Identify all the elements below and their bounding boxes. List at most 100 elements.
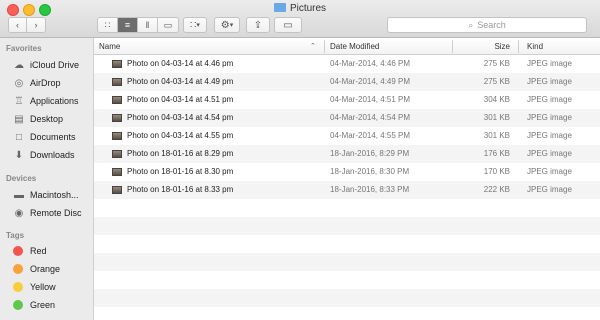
- sidebar-item-remote-disc[interactable]: ◉ Remote Disc: [13, 205, 82, 221]
- table-row[interactable]: Photo on 04-03-14 at 4.54 pm 04-Mar-2014,…: [94, 109, 600, 127]
- jpeg-thumbnail-icon: [112, 60, 122, 68]
- sidebar-heading-devices: Devices: [6, 174, 37, 183]
- view-mode-selector: ∷ ≡ ‖ ▭: [97, 17, 179, 33]
- sidebar-item-macintosh[interactable]: ▬ Macintosh...: [13, 187, 79, 203]
- tag-yellow-dot: [13, 282, 23, 292]
- back-button[interactable]: ‹: [9, 18, 28, 32]
- columns-icon: ‖: [145, 20, 150, 30]
- table-row[interactable]: Photo on 04-03-14 at 4.55 pm 04-Mar-2014,…: [94, 127, 600, 145]
- sidebar-item-desktop[interactable]: ▤ Desktop: [13, 111, 63, 127]
- action-button[interactable]: ⚙ ▾: [214, 17, 240, 33]
- jpeg-thumbnail-icon: [112, 168, 122, 176]
- column-header-size[interactable]: Size: [458, 38, 510, 55]
- sidebar-item-label: iCloud Drive: [30, 60, 80, 70]
- table-row[interactable]: Photo on 18-01-16 at 8.29 pm 18-Jan-2016,…: [94, 145, 600, 163]
- file-size: 301 KB: [483, 113, 510, 122]
- empty-row: [94, 235, 600, 253]
- cloud-icon: ☁: [14, 59, 24, 71]
- table-row[interactable]: Photo on 18-01-16 at 8.30 pm 18-Jan-2016,…: [94, 163, 600, 181]
- file-date: 18-Jan-2016, 8:29 PM: [330, 149, 410, 158]
- empty-row: [94, 289, 600, 307]
- file-date: 04-Mar-2014, 4:46 PM: [330, 59, 411, 68]
- file-name: Photo on 04-03-14 at 4.55 pm: [127, 131, 234, 140]
- column-header-name[interactable]: Name: [99, 38, 120, 55]
- jpeg-thumbnail-icon: [112, 150, 122, 158]
- list-view-button[interactable]: ≡: [118, 18, 138, 32]
- sidebar-item-downloads[interactable]: ⬇ Downloads: [13, 147, 75, 163]
- tags-button[interactable]: ▭: [274, 17, 302, 33]
- file-date: 18-Jan-2016, 8:30 PM: [330, 167, 410, 176]
- file-date: 04-Mar-2014, 4:55 PM: [330, 131, 411, 140]
- sidebar-item-label: Downloads: [30, 150, 75, 160]
- sidebar-item-label: Orange: [30, 264, 61, 274]
- column-view-button[interactable]: ‖: [138, 18, 158, 32]
- tag-icon: ▭: [283, 19, 293, 31]
- file-kind: JPEG image: [527, 113, 572, 122]
- sidebar-item-documents[interactable]: □ Documents: [13, 129, 76, 145]
- column-divider[interactable]: [518, 40, 519, 53]
- airdrop-icon: ◎: [14, 77, 24, 89]
- tag-red-dot: [13, 246, 23, 256]
- share-icon: ⇪: [253, 19, 263, 31]
- jpeg-thumbnail-icon: [112, 114, 122, 122]
- file-size: 176 KB: [483, 149, 510, 158]
- close-window-button[interactable]: [7, 4, 19, 16]
- sidebar-item-label: Applications: [30, 96, 79, 106]
- file-name: Photo on 18-01-16 at 8.30 pm: [127, 167, 234, 176]
- table-row[interactable]: Photo on 04-03-14 at 4.49 pm 04-Mar-2014,…: [94, 73, 600, 91]
- sidebar-item-icloud-drive[interactable]: ☁ iCloud Drive: [13, 57, 79, 73]
- sidebar-tag-yellow[interactable]: Yellow: [13, 279, 56, 295]
- file-size: 170 KB: [483, 167, 510, 176]
- grid-icon: ∷: [104, 19, 111, 30]
- file-date: 04-Mar-2014, 4:49 PM: [330, 77, 411, 86]
- search-icon: ⌕: [468, 19, 474, 30]
- sidebar-tag-red[interactable]: Red: [13, 243, 47, 259]
- column-divider[interactable]: [324, 40, 325, 53]
- jpeg-thumbnail-icon: [112, 78, 122, 86]
- gallery-view-button[interactable]: ▭: [158, 18, 178, 32]
- toolbar: Pictures ‹ › ∷ ≡ ‖ ▭ ∷ ▾ ⚙ ▾ ⇪ ▭ ⌕ Search: [0, 0, 600, 38]
- list-icon: ≡: [124, 20, 131, 30]
- maximize-window-button[interactable]: [39, 4, 51, 16]
- search-placeholder: Search: [477, 20, 506, 30]
- file-size: 304 KB: [483, 95, 510, 104]
- sidebar-item-applications[interactable]: ♖ Applications: [13, 93, 79, 109]
- file-kind: JPEG image: [527, 167, 572, 176]
- jpeg-thumbnail-icon: [112, 132, 122, 140]
- file-kind: JPEG image: [527, 59, 572, 68]
- table-row[interactable]: Photo on 04-03-14 at 4.46 pm 04-Mar-2014,…: [94, 55, 600, 73]
- table-row[interactable]: Photo on 18-01-16 at 8.33 pm 18-Jan-2016,…: [94, 181, 600, 199]
- column-divider[interactable]: [452, 40, 453, 53]
- desktop-icon: ▤: [14, 113, 24, 125]
- sidebar-item-airdrop[interactable]: ◎ AirDrop: [13, 75, 61, 91]
- icon-view-button[interactable]: ∷: [98, 18, 118, 32]
- column-header-date[interactable]: Date Modified: [330, 38, 379, 55]
- window-title: Pictures: [0, 3, 600, 14]
- jpeg-thumbnail-icon: [112, 186, 122, 194]
- empty-row: [94, 199, 600, 217]
- search-field[interactable]: ⌕ Search: [387, 17, 587, 33]
- file-name: Photo on 04-03-14 at 4.54 pm: [127, 113, 234, 122]
- sort-descending-icon: ⌃: [310, 43, 316, 50]
- sidebar-tag-green[interactable]: Green: [13, 297, 55, 313]
- hard-drive-icon: ▬: [14, 189, 24, 201]
- file-name: Photo on 04-03-14 at 4.49 pm: [127, 77, 234, 86]
- sidebar-tag-orange[interactable]: Orange: [13, 261, 60, 277]
- file-date: 04-Mar-2014, 4:51 PM: [330, 95, 411, 104]
- column-header-kind[interactable]: Kind: [527, 38, 543, 55]
- sidebar-item-label: AirDrop: [30, 78, 61, 88]
- file-size: 275 KB: [483, 59, 510, 68]
- file-kind: JPEG image: [527, 149, 572, 158]
- sidebar-item-label: Desktop: [30, 114, 64, 124]
- file-date: 18-Jan-2016, 8:33 PM: [330, 185, 410, 194]
- empty-row: [94, 217, 600, 235]
- arrange-button[interactable]: ∷ ▾: [183, 17, 207, 33]
- sidebar-item-label: Yellow: [30, 282, 56, 292]
- sidebar-heading-tags: Tags: [6, 231, 25, 240]
- table-row[interactable]: Photo on 04-03-14 at 4.51 pm 04-Mar-2014,…: [94, 91, 600, 109]
- forward-button[interactable]: ›: [27, 18, 45, 32]
- share-button[interactable]: ⇪: [246, 17, 270, 33]
- navigation-buttons: ‹ ›: [8, 17, 46, 33]
- minimize-window-button[interactable]: [23, 4, 35, 16]
- tag-green-dot: [13, 300, 23, 310]
